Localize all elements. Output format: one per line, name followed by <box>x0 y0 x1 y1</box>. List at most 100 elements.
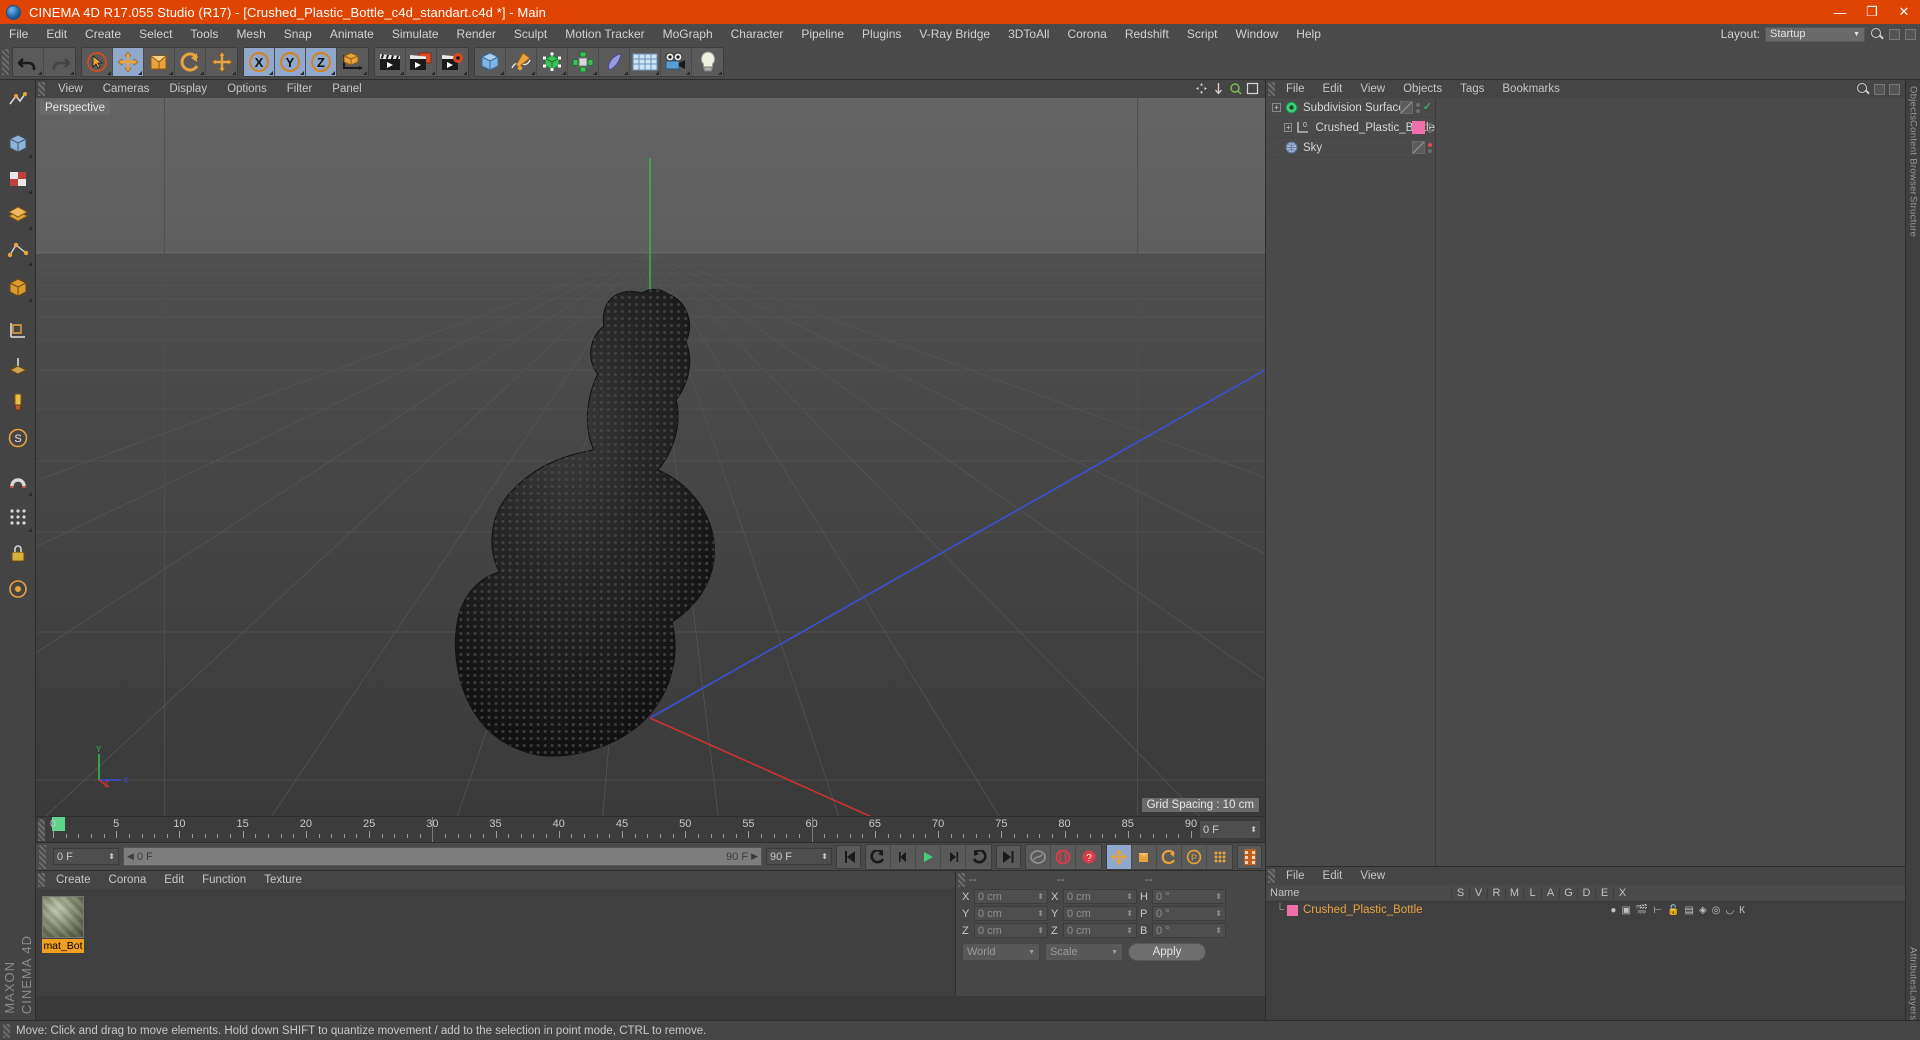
object-tag-swatch[interactable] <box>1412 141 1425 154</box>
object-row[interactable]: + Subdivision Surface ✓ <box>1266 98 1435 118</box>
toolbar-grip[interactable] <box>2 48 9 75</box>
search-icon[interactable] <box>1856 82 1870 96</box>
menu-item-render[interactable]: Render <box>448 24 505 44</box>
object-dot-column[interactable] <box>1415 102 1420 113</box>
tag-icon[interactable]: 🔓 <box>1667 905 1679 916</box>
tag-icon[interactable]: 🎬 <box>1636 905 1648 916</box>
coordinates-grip[interactable] <box>958 872 965 887</box>
object-menu-edit[interactable]: Edit <box>1314 83 1352 95</box>
spinner-icon[interactable]: ⬍ <box>821 852 828 861</box>
menu-item-simulate[interactable]: Simulate <box>383 24 448 44</box>
bottom-column-name[interactable]: Name <box>1266 887 1451 899</box>
edge-mode-button[interactable] <box>2 269 34 304</box>
coord-field-rotation-P[interactable]: 0 ° ⬍ <box>1152 906 1226 921</box>
timeline-ruler[interactable]: 051015202530354045505560657075808590 <box>47 817 1197 842</box>
lock-axis-button[interactable] <box>2 535 34 570</box>
add-cube-button[interactable] <box>475 47 506 76</box>
bottom-menu-view[interactable]: View <box>1351 870 1394 882</box>
expander-icon[interactable]: + <box>1284 123 1293 132</box>
coordinate-mode-dropdown[interactable]: Scale ▼ <box>1045 943 1123 961</box>
panel-close-icon[interactable] <box>1905 28 1916 40</box>
tag-icon[interactable]: ⊢ <box>1653 905 1662 916</box>
expander-icon[interactable]: + <box>1272 103 1281 112</box>
tag-icon[interactable]: ◎ <box>1712 905 1721 916</box>
menu-item-select[interactable]: Select <box>130 24 181 44</box>
autokeying-button[interactable] <box>1051 844 1076 869</box>
coord-field-position-Y[interactable]: 0 cm ⬍ <box>974 906 1048 921</box>
model-mode-button[interactable] <box>2 125 34 160</box>
make-editable-button[interactable] <box>2 82 34 117</box>
menu-item-window[interactable]: Window <box>1227 24 1288 44</box>
coord-field-rotation-H[interactable]: 0 ° ⬍ <box>1152 889 1226 904</box>
menu-item-pipeline[interactable]: Pipeline <box>792 24 853 44</box>
viewport-solo-button[interactable] <box>2 571 34 606</box>
current-frame-field[interactable]: 0 F ⬍ <box>53 848 119 865</box>
texture-mode-button[interactable] <box>2 161 34 196</box>
object-visibility-dot-render[interactable] <box>1428 128 1432 133</box>
record-pla-button[interactable] <box>1207 845 1232 869</box>
coord-field-position-Z[interactable]: 0 cm ⬍ <box>974 923 1048 938</box>
rotate-tool[interactable] <box>175 47 206 76</box>
bottom-column-e[interactable]: E <box>1595 887 1613 899</box>
coord-field-rotation-B[interactable]: 0 ° ⬍ <box>1152 923 1226 938</box>
object-dot-column[interactable] <box>1428 122 1432 133</box>
zoom-icon[interactable] <box>1229 82 1242 95</box>
coord-field-size-X[interactable]: 0 cm ⬍ <box>1063 889 1137 904</box>
lock-x-axis[interactable]: X <box>244 47 275 76</box>
menu-item-mograph[interactable]: MoGraph <box>654 24 722 44</box>
search-icon[interactable] <box>1870 27 1884 41</box>
object-visibility-dot-editor[interactable] <box>1428 122 1432 127</box>
object-visibility-dot-editor[interactable] <box>1428 142 1432 147</box>
bottom-menu-edit[interactable]: Edit <box>1314 870 1352 882</box>
spinner-icon[interactable]: ⬍ <box>1037 909 1044 918</box>
close-button[interactable]: ✕ <box>1888 0 1920 24</box>
record-scale-button[interactable] <box>1132 844 1157 869</box>
workplane-button[interactable] <box>2 348 34 383</box>
menu-item-file[interactable]: File <box>0 24 37 44</box>
menu-item-create[interactable]: Create <box>76 24 130 44</box>
bottom-column-l[interactable]: L <box>1523 887 1541 899</box>
tag-icon[interactable]: К <box>1739 905 1745 916</box>
menu-item-sculpt[interactable]: Sculpt <box>505 24 556 44</box>
timeline-grip[interactable] <box>38 819 45 841</box>
bottom-manager-grip[interactable] <box>1268 869 1275 883</box>
viewport-menu-options[interactable]: Options <box>217 83 277 95</box>
right-tab-structure[interactable]: Structure <box>1908 196 1919 237</box>
bottom-column-x[interactable]: X <box>1613 887 1631 899</box>
material-chip[interactable]: mat_Bot <box>42 896 84 953</box>
spinner-icon[interactable]: ⬍ <box>1215 909 1222 918</box>
right-tab-content-browser[interactable]: Content Browser <box>1908 120 1919 195</box>
apply-button[interactable]: Apply <box>1128 943 1206 961</box>
object-visibility-dot-editor[interactable] <box>1415 102 1420 107</box>
range-right-arrow-icon[interactable]: ▶ <box>751 851 758 862</box>
menu-item-corona[interactable]: Corona <box>1058 24 1115 44</box>
tag-icon[interactable]: ◡ <box>1725 905 1734 916</box>
render-view-button[interactable] <box>375 47 406 76</box>
object-tag-swatch[interactable] <box>1399 101 1413 114</box>
add-deformer-button[interactable] <box>599 47 630 76</box>
add-environment-button[interactable] <box>630 47 661 76</box>
material-menu-function[interactable]: Function <box>193 874 255 886</box>
bottom-column-g[interactable]: G <box>1559 887 1577 899</box>
object-visibility-dot-render[interactable] <box>1428 148 1432 153</box>
bottom-column-v[interactable]: V <box>1469 887 1487 899</box>
spinner-icon[interactable]: ⬍ <box>1037 892 1044 901</box>
menu-item-tools[interactable]: Tools <box>181 24 227 44</box>
right-tab-attributes[interactable]: Attributes <box>1908 947 1919 990</box>
3d-viewport[interactable]: Perspective Grid Spacing : 10 cm Y X Z <box>36 98 1265 816</box>
add-spline-button[interactable] <box>506 47 537 76</box>
panel-restore-icon[interactable] <box>1874 83 1885 95</box>
menu-item-plugins[interactable]: Plugins <box>853 24 910 44</box>
material-swatch[interactable] <box>1287 904 1298 916</box>
live-selection-tool[interactable] <box>82 47 113 76</box>
material-menu-create[interactable]: Create <box>47 874 100 886</box>
coordinate-system-dropdown[interactable]: World ▼ <box>962 943 1040 961</box>
viewport-menu-display[interactable]: Display <box>159 83 217 95</box>
viewport-menu-view[interactable]: View <box>48 83 93 95</box>
move-duplicate-tool[interactable] <box>206 48 237 76</box>
step-forward-button[interactable] <box>941 844 966 869</box>
bottom-manager-row[interactable]: └ Crushed_Plastic_Bottle ● ▣ 🎬 ⊢ 🔓 ▤ ◈ ◎ ◡ К <box>1266 902 1905 918</box>
spinner-icon[interactable]: ⬍ <box>1215 926 1222 935</box>
menu-item-motion-tracker[interactable]: Motion Tracker <box>556 24 653 44</box>
bottom-menu-file[interactable]: File <box>1277 870 1314 882</box>
